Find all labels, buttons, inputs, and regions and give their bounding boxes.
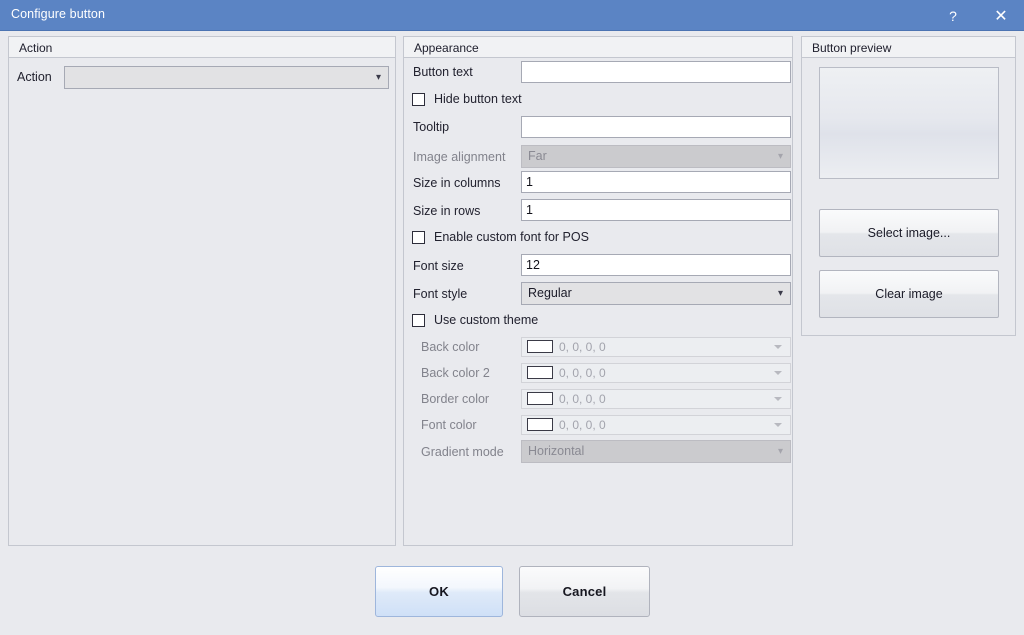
chevron-down-icon: ▾ <box>778 146 783 167</box>
cancel-button[interactable]: Cancel <box>519 566 650 617</box>
enable-custom-font-checkbox[interactable]: Enable custom font for POS <box>412 230 589 244</box>
size-in-columns-label: Size in columns <box>413 176 501 190</box>
action-dropdown[interactable]: ▾ <box>64 66 389 89</box>
action-label: Action <box>17 70 52 84</box>
border-color-dropdown: 0, 0, 0, 0 <box>521 389 791 409</box>
font-color-dropdown: 0, 0, 0, 0 <box>521 415 791 435</box>
color-swatch-icon <box>527 392 553 405</box>
gradient-mode-value: Horizontal <box>528 444 584 458</box>
color-swatch-icon <box>527 418 553 431</box>
triangle-down-icon <box>774 345 782 349</box>
back-color-2-dropdown: 0, 0, 0, 0 <box>521 363 791 383</box>
image-alignment-dropdown: Far ▾ <box>521 145 791 168</box>
tooltip-label: Tooltip <box>413 120 449 134</box>
button-preview-group: Button preview Select image... Clear ima… <box>801 36 1016 336</box>
appearance-group: Appearance Button text Hide button text … <box>403 36 793 546</box>
button-preview-surface <box>819 67 999 179</box>
title-bar: Configure button ? ✕ <box>0 0 1024 31</box>
gradient-mode-dropdown: Horizontal ▾ <box>521 440 791 463</box>
window-title: Configure button <box>11 7 105 21</box>
font-color-value: 0, 0, 0, 0 <box>559 418 606 432</box>
button-preview-group-title: Button preview <box>812 41 891 55</box>
triangle-down-icon <box>774 423 782 427</box>
back-color-value: 0, 0, 0, 0 <box>559 340 606 354</box>
font-style-label: Font style <box>413 287 467 301</box>
checkbox-box-icon <box>412 93 425 106</box>
button-text-input[interactable] <box>521 61 791 83</box>
button-preview-group-header: Button preview <box>802 37 1015 58</box>
font-style-value: Regular <box>528 286 572 300</box>
size-in-rows-label: Size in rows <box>413 204 480 218</box>
image-alignment-label: Image alignment <box>413 150 505 164</box>
chevron-down-icon: ▾ <box>376 67 381 88</box>
clear-image-button[interactable]: Clear image <box>819 270 999 318</box>
gradient-mode-label: Gradient mode <box>421 445 504 459</box>
font-color-label: Font color <box>421 418 477 432</box>
hide-button-text-checkbox[interactable]: Hide button text <box>412 92 522 106</box>
close-icon[interactable]: ✕ <box>978 0 1024 31</box>
use-custom-theme-label: Use custom theme <box>434 313 538 327</box>
back-color-2-value: 0, 0, 0, 0 <box>559 366 606 380</box>
back-color-label: Back color <box>421 340 479 354</box>
font-size-label: Font size <box>413 259 464 273</box>
hide-button-text-label: Hide button text <box>434 92 522 106</box>
help-icon[interactable]: ? <box>930 0 976 31</box>
chevron-down-icon: ▾ <box>778 441 783 462</box>
back-color-dropdown: 0, 0, 0, 0 <box>521 337 791 357</box>
action-group-title: Action <box>19 41 52 55</box>
enable-custom-font-label: Enable custom font for POS <box>434 230 589 244</box>
font-style-dropdown[interactable]: Regular ▾ <box>521 282 791 305</box>
size-in-rows-input[interactable] <box>521 199 791 221</box>
triangle-down-icon <box>774 397 782 401</box>
color-swatch-icon <box>527 340 553 353</box>
tooltip-input[interactable] <box>521 116 791 138</box>
button-text-label: Button text <box>413 65 473 79</box>
checkbox-box-icon <box>412 231 425 244</box>
checkbox-box-icon <box>412 314 425 327</box>
back-color-2-label: Back color 2 <box>421 366 490 380</box>
appearance-group-title: Appearance <box>414 41 479 55</box>
ok-button[interactable]: OK <box>375 566 503 617</box>
use-custom-theme-checkbox[interactable]: Use custom theme <box>412 313 538 327</box>
border-color-label: Border color <box>421 392 489 406</box>
border-color-value: 0, 0, 0, 0 <box>559 392 606 406</box>
action-group-header: Action <box>9 37 395 58</box>
font-size-input[interactable] <box>521 254 791 276</box>
triangle-down-icon <box>774 371 782 375</box>
appearance-group-header: Appearance <box>404 37 792 58</box>
chevron-down-icon: ▾ <box>778 283 783 304</box>
image-alignment-value: Far <box>528 149 547 163</box>
action-group: Action Action ▾ <box>8 36 396 546</box>
size-in-columns-input[interactable] <box>521 171 791 193</box>
color-swatch-icon <box>527 366 553 379</box>
select-image-button[interactable]: Select image... <box>819 209 999 257</box>
